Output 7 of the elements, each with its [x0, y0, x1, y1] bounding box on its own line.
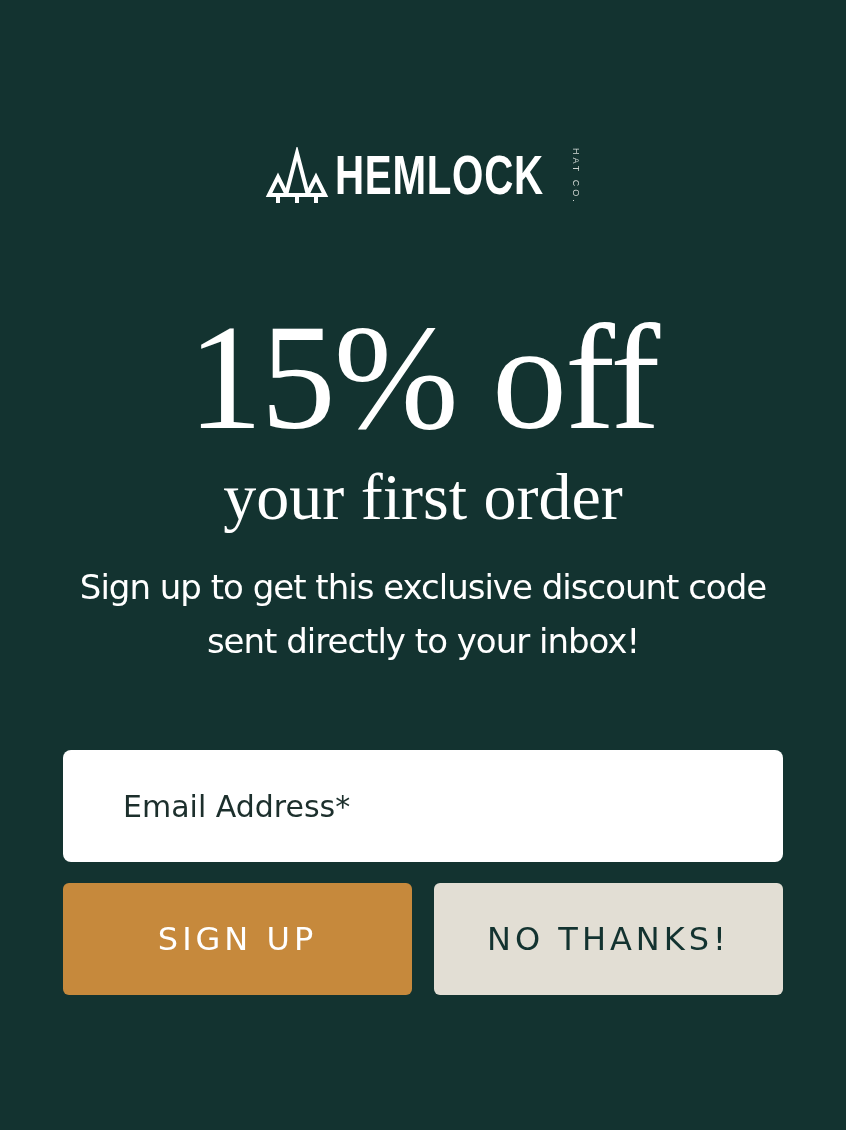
logo-wordmark: HEMLOCK	[334, 147, 544, 203]
email-field[interactable]: Email Address*	[63, 750, 783, 862]
logo-tagline: HAT CO.	[571, 148, 582, 205]
trees-icon	[264, 147, 329, 203]
headline: 15% off	[187, 302, 659, 452]
dismiss-button[interactable]: NO THANKS!	[434, 883, 783, 995]
description: Sign up to get this exclusive discount code sent directly to your inbox!	[78, 566, 768, 663]
